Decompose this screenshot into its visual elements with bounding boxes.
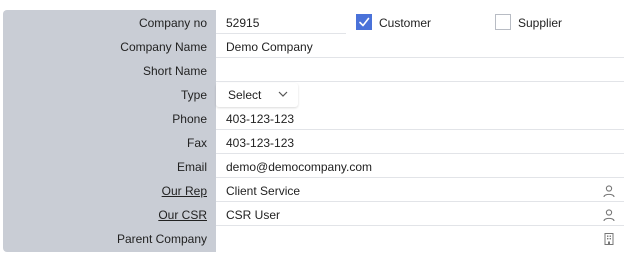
parent-company-row: Parent Company [3,227,628,251]
parent-company-field[interactable] [216,227,624,250]
our-csr-row: Our CSR CSR User [3,203,628,227]
chevron-down-icon [278,91,288,97]
supplier-checkbox-box[interactable] [495,14,511,30]
fax-label: Fax [186,136,207,150]
short-name-field[interactable] [216,59,624,82]
building-icon[interactable] [602,232,616,246]
short-name-row: Short Name [3,59,628,83]
company-name-field[interactable]: Demo Company [216,35,624,58]
parent-company-label: Parent Company [116,232,207,246]
email-value: demo@democompany.com [226,160,373,174]
checkmark-icon [359,17,370,27]
email-row: Email demo@democompany.com [3,155,628,179]
company-form-panel: Company no 52915 Customer Supplier Compa… [3,10,628,252]
our-rep-row: Our Rep Client Service [3,179,628,203]
company-no-field[interactable]: 52915 [216,11,346,34]
our-csr-link[interactable]: Our CSR [158,208,207,222]
our-rep-value: Client Service [226,184,301,198]
fax-field[interactable]: 403-123-123 [216,131,624,154]
person-icon[interactable] [602,184,616,198]
phone-value: 403-123-123 [226,112,295,126]
company-no-value: 52915 [226,16,260,30]
our-rep-link[interactable]: Our Rep [162,184,207,198]
company-name-value: Demo Company [226,40,313,54]
type-label: Type [180,88,207,102]
customer-checkbox-box[interactable] [356,14,372,30]
fax-row: Fax 403-123-123 [3,131,628,155]
short-name-label: Short Name [142,64,207,78]
phone-row: Phone 403-123-123 [3,107,628,131]
company-name-label: Company Name [120,40,207,54]
email-label: Email [176,160,207,174]
our-csr-value: CSR User [226,208,281,222]
type-select[interactable]: Select [216,83,298,107]
company-no-row: Company no 52915 Customer Supplier [3,11,628,35]
our-rep-field[interactable]: Client Service [216,179,624,202]
phone-label: Phone [172,112,207,126]
person-icon[interactable] [602,208,616,222]
supplier-label: Supplier [518,16,563,30]
fax-value: 403-123-123 [226,136,295,150]
type-select-value: Select [228,88,262,102]
type-row: Type Select [3,83,628,107]
company-name-row: Company Name Demo Company [3,35,628,59]
customer-label: Customer [379,16,432,30]
phone-field[interactable]: 403-123-123 [216,107,624,130]
our-csr-field[interactable]: CSR User [216,203,624,226]
company-no-label: Company no [138,16,207,30]
email-field[interactable]: demo@democompany.com [216,155,624,178]
